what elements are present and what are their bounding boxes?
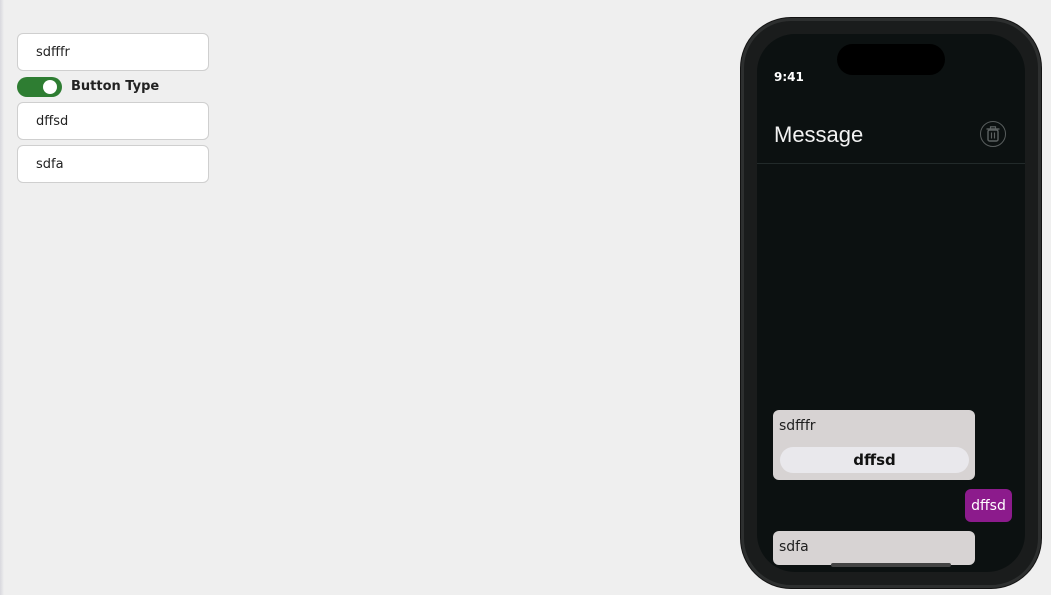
outgoing-message: dffsd xyxy=(965,489,1012,522)
message-text: sdfffr xyxy=(779,418,816,434)
page-edge xyxy=(0,0,4,595)
chat-header: Message xyxy=(757,112,1025,164)
toggle-knob xyxy=(43,79,57,94)
home-indicator xyxy=(831,563,951,567)
message1-input[interactable] xyxy=(17,33,209,71)
incoming-message: sdfa xyxy=(773,531,975,565)
trash-icon xyxy=(986,126,1000,142)
incoming-message: sdfffr dffsd xyxy=(773,410,975,480)
dynamic-island xyxy=(837,44,945,75)
message-editor: Button Type xyxy=(17,33,209,183)
delete-button[interactable] xyxy=(980,121,1006,147)
phone-screen: 9:41 Message sdfffr dffsd dffsd sdfa xyxy=(757,34,1025,572)
button-type-toggle[interactable] xyxy=(17,76,62,97)
message2-input[interactable] xyxy=(17,102,209,140)
button-type-row: Button Type xyxy=(17,71,209,102)
message-action-button[interactable]: dffsd xyxy=(780,447,969,473)
button-type-label: Button Type xyxy=(71,79,160,94)
phone-preview: 9:41 Message sdfffr dffsd dffsd sdfa xyxy=(741,18,1041,588)
message3-input[interactable] xyxy=(17,145,209,183)
status-time: 9:41 xyxy=(774,70,804,84)
message-text: sdfa xyxy=(779,539,809,555)
chat-title: Message xyxy=(774,122,864,147)
